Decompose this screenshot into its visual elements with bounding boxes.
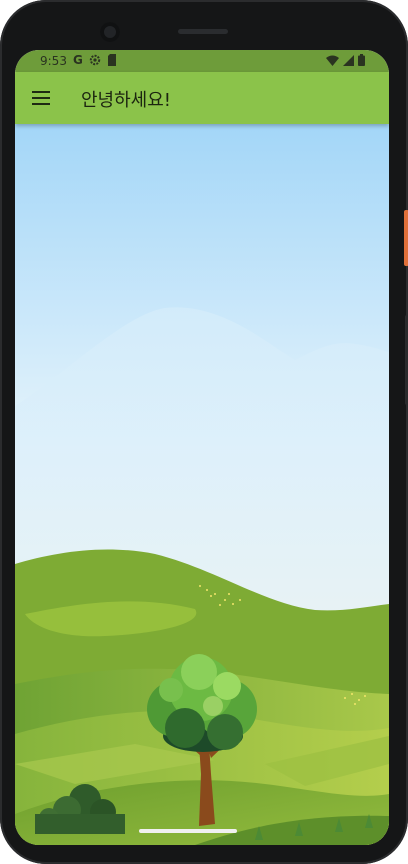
battery-icon [358,54,365,66]
status-time: 9:53 [40,54,67,68]
sd-card-icon [107,54,116,66]
signal-icon [343,54,354,66]
earpiece-speaker [178,29,228,34]
app-bar: 안녕하세요! [15,72,389,124]
app-title: 안녕하세요! [81,90,172,111]
front-camera [100,22,120,42]
status-bar: 9:53 G [15,50,389,72]
google-icon: G [73,53,83,67]
phone-frame: 9:53 G 안녕하세요! [0,0,408,864]
landscape-svg [15,124,389,845]
status-icons-left: G [73,53,117,67]
hamburger-menu-icon[interactable] [29,86,53,110]
status-icons-right [326,54,365,66]
screen: 9:53 G 안녕하세요! [15,50,389,845]
home-indicator[interactable] [139,829,237,833]
landscape-illustration [15,124,389,845]
wifi-icon [326,55,339,66]
power-button [404,210,408,266]
settings-icon [89,54,101,66]
